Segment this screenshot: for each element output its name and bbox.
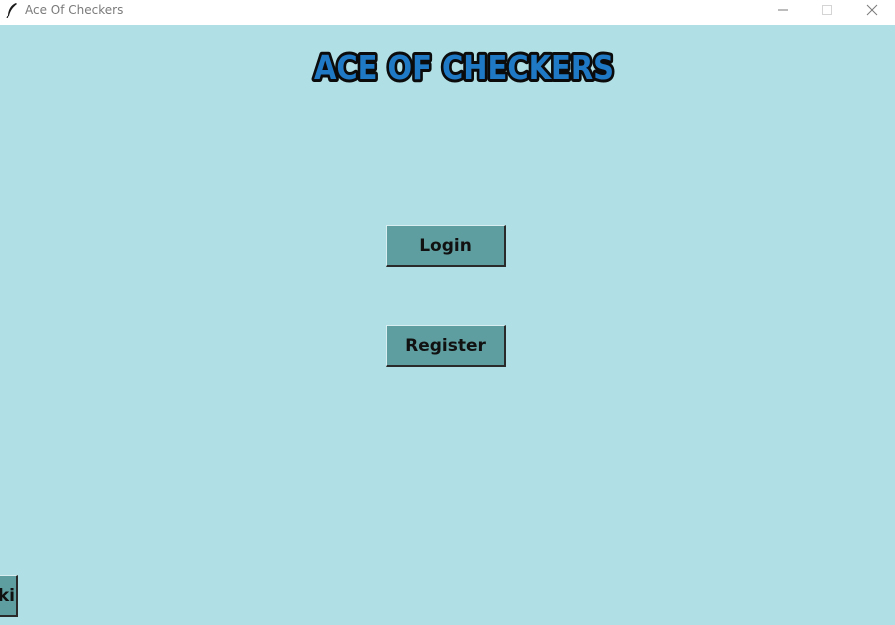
- close-icon: [866, 4, 878, 16]
- game-logo: ACE OF CHECKERS ACE OF CHECKERS: [311, 45, 617, 90]
- minimize-icon: [778, 9, 788, 11]
- login-button[interactable]: Login: [386, 225, 506, 267]
- maximize-icon: [822, 5, 832, 15]
- logo-text: ACE OF CHECKERS: [314, 48, 614, 87]
- feather-icon: [6, 3, 17, 18]
- window-title: Ace Of Checkers: [25, 3, 124, 17]
- main-canvas: ACE OF CHECKERS ACE OF CHECKERS Login Re…: [0, 25, 895, 625]
- corner-button[interactable]: ki: [0, 575, 18, 617]
- title-bar[interactable]: Ace Of Checkers: [0, 0, 895, 20]
- close-button[interactable]: [850, 0, 894, 20]
- register-button[interactable]: Register: [386, 325, 506, 367]
- maximize-button[interactable]: [805, 0, 849, 20]
- minimize-button[interactable]: [761, 0, 805, 20]
- app-window: Ace Of Checkers ACE OF CHECKERS ACE OF C…: [0, 0, 895, 625]
